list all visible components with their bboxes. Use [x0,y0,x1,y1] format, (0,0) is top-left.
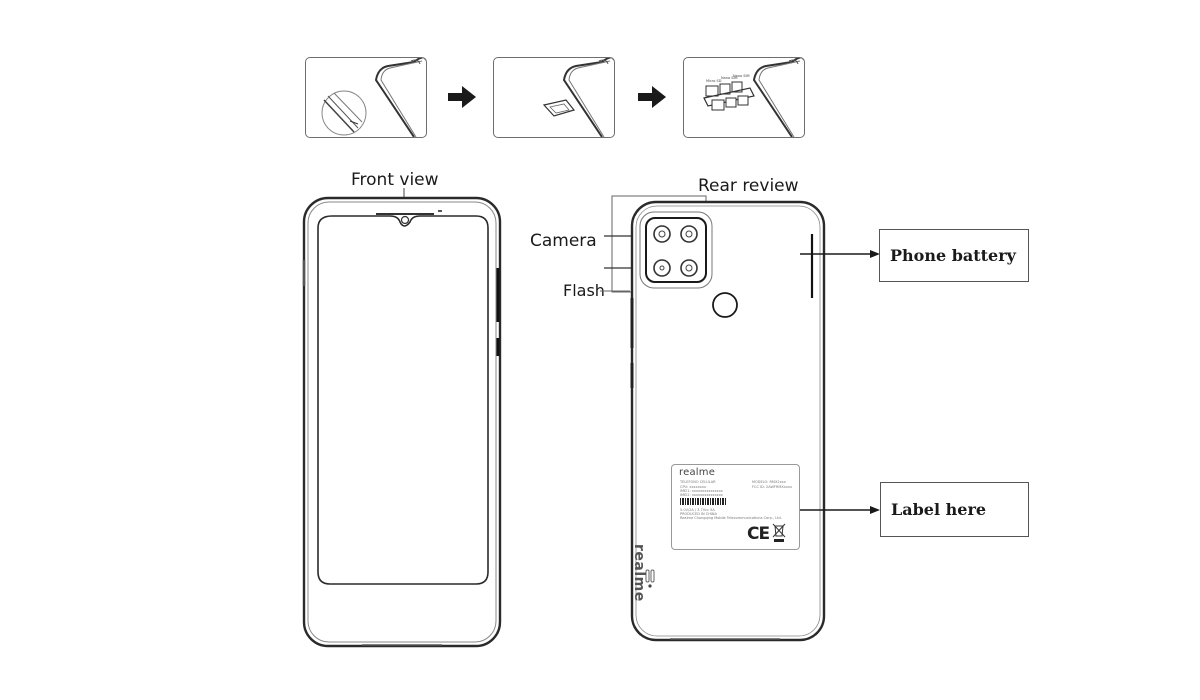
phone-battery-callout: Phone battery [879,229,1029,282]
sim-cards-inserted-icon: Micro SD Nano SIM Nano SIM [703,58,804,137]
camera-lens-icon [653,225,671,243]
step-1-panel [305,57,427,138]
label-line: TELEFONO CELULAR [680,480,716,484]
fingerprint-sensor-icon [712,292,738,318]
label-line: FCC ID: 2AWFRMXxxxx [752,485,793,489]
phone-corner-eject-hole-icon [321,58,426,137]
label-line: MODELO: RMX2xxx [752,480,786,484]
right-arrow-icon [448,86,476,108]
camera-lens-icon [680,225,698,243]
step-3-panel: Micro SD Nano SIM Nano SIM [683,57,805,138]
label-line: Realme Chongqing Mobile Telecommunicatio… [680,516,782,520]
label-brand: realme [679,467,716,478]
weee-bin-icon [772,523,786,542]
right-arrow-icon [638,86,666,108]
camera-lens-icon [653,259,671,277]
front-phone-outline [302,188,502,648]
flash-label: Flash [563,281,605,300]
regulatory-label: realme TELEFONO CELULAR CPU: xxxxxxxx IM… [671,464,800,550]
slot-label-1: Micro SD [706,79,722,83]
ce-mark-icon: CE [747,524,770,544]
front-view-title: Front view [351,170,439,190]
barcode [680,498,726,505]
label-here-callout: Label here [880,482,1029,537]
step-2-panel [493,57,615,138]
slot-label-3: Nano SIM [733,74,750,78]
sim-tray-out-icon [542,58,614,137]
flash-icon [680,259,698,277]
camera-label: Camera [530,231,597,251]
rear-brand-logo: realme [631,544,647,602]
label-line: IMEI2: xxxxxxxxxxxxxxx [680,493,723,497]
